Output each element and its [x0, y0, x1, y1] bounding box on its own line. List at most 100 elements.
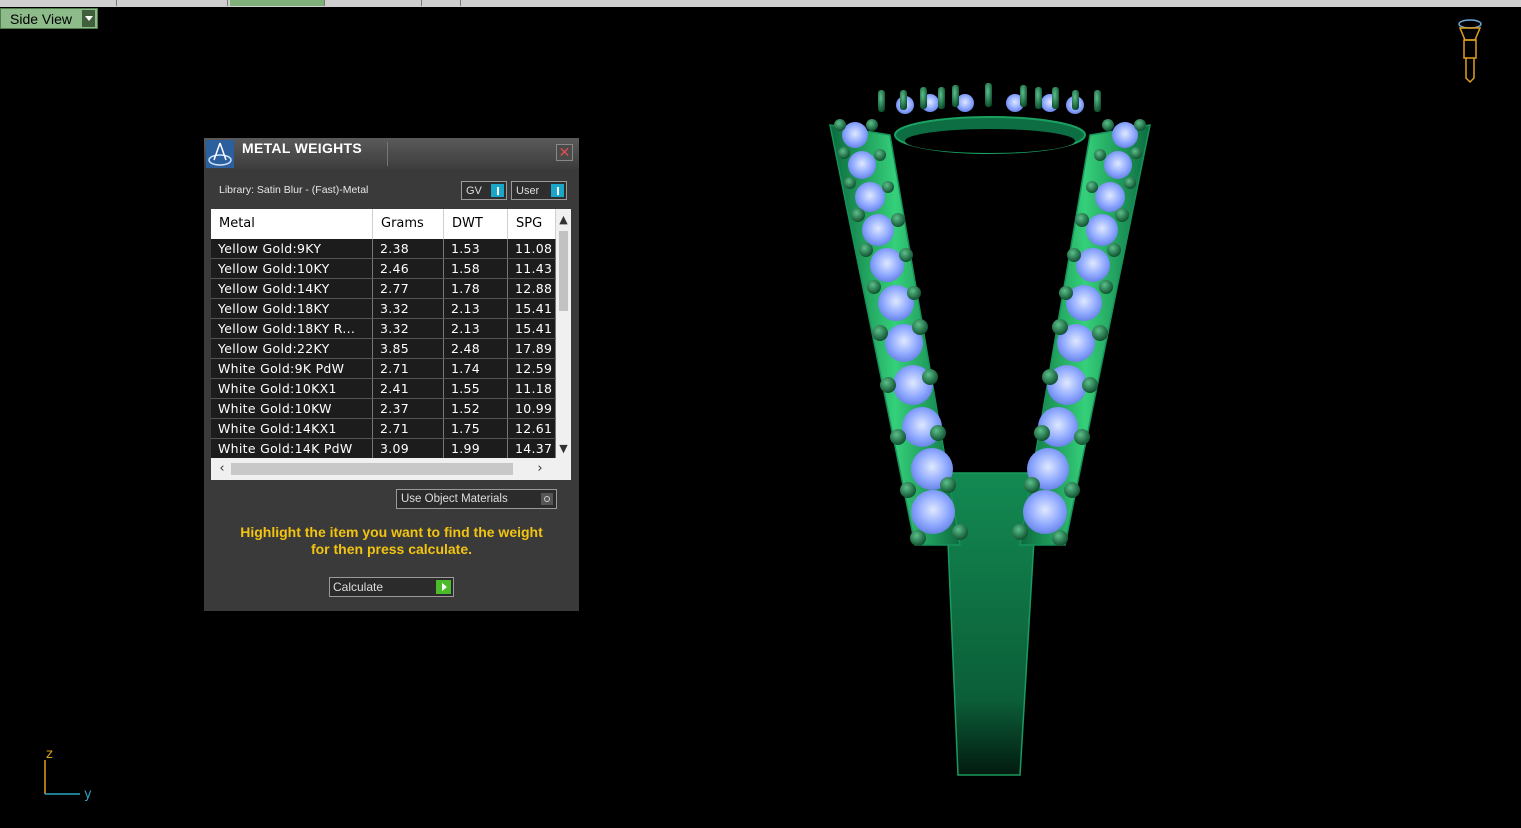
cell-spg: 11.08 [508, 239, 556, 258]
column-header-spg[interactable]: SPG [508, 209, 556, 239]
tab-4[interactable] [325, 0, 422, 6]
scroll-right-icon[interactable]: › [531, 458, 549, 480]
instruction-text: Highlight the item you want to find the … [204, 524, 579, 558]
cell-grams: 2.46 [373, 259, 444, 278]
metal-table: Metal Grams DWT SPG Yellow Gold:9KY 2.38 1… [211, 209, 571, 480]
vertical-scrollbar[interactable]: ▲ ▼ [556, 209, 571, 458]
table-row[interactable]: Yellow Gold:9KY 2.38 1.53 11.08 [211, 239, 556, 259]
instruction-line-2: for then press calculate. [310, 541, 473, 557]
scroll-left-icon[interactable]: ‹ [213, 458, 231, 480]
panel-title: METAL WEIGHTS [242, 140, 363, 156]
tab-5[interactable] [422, 0, 461, 6]
table-row[interactable]: White Gold:14KX1 2.71 1.75 12.61 [211, 419, 556, 439]
cell-metal: Yellow Gold:22KY [211, 339, 373, 358]
table-row[interactable]: Yellow Gold:10KY 2.46 1.58 11.43 [211, 259, 556, 279]
title-separator [387, 142, 388, 166]
radio-icon[interactable] [541, 493, 553, 505]
table-row[interactable]: Yellow Gold:18KY 3.32 2.13 15.41 [211, 299, 556, 319]
use-object-materials-label: Use Object Materials [401, 493, 508, 505]
cell-dwt: 1.55 [444, 379, 508, 398]
cell-metal: White Gold:14K PdW [211, 439, 373, 458]
cell-metal: Yellow Gold:14KY [211, 279, 373, 298]
vertical-scroll-thumb[interactable] [559, 231, 568, 311]
cell-grams: 3.32 [373, 319, 444, 338]
cell-spg: 12.59 [508, 359, 556, 378]
cell-dwt: 2.13 [444, 319, 508, 338]
cell-spg: 11.18 [508, 379, 556, 398]
ring-model [829, 83, 1151, 776]
tab-strip [0, 0, 1521, 7]
cell-metal: Yellow Gold:18KY R... [211, 319, 373, 338]
panel-titlebar[interactable]: METAL WEIGHTS ✕ [204, 138, 579, 169]
cell-spg: 12.88 [508, 279, 556, 298]
tab-2[interactable] [117, 0, 228, 6]
cell-spg: 15.41 [508, 299, 556, 318]
cell-dwt: 2.48 [444, 339, 508, 358]
use-object-materials-option[interactable]: Use Object Materials [396, 489, 557, 509]
play-icon[interactable] [436, 580, 451, 594]
table-row[interactable]: Yellow Gold:18KY R... 3.32 2.13 15.41 [211, 319, 556, 339]
user-toggle[interactable]: User [511, 181, 567, 200]
axis-y-label: y [84, 787, 92, 802]
cell-dwt: 1.78 [444, 279, 508, 298]
cell-metal: White Gold:9K PdW [211, 359, 373, 378]
panel-logo-icon [206, 140, 234, 168]
table-row[interactable]: White Gold:10KW 2.37 1.52 10.99 [211, 399, 556, 419]
table-row[interactable]: Yellow Gold:14KY 2.77 1.78 12.88 [211, 279, 556, 299]
cell-grams: 2.71 [373, 359, 444, 378]
user-toggle-icon [551, 184, 564, 197]
cell-grams: 2.37 [373, 399, 444, 418]
viewport-selector[interactable]: Side View [0, 8, 98, 29]
axis-indicator: z y [44, 747, 92, 802]
cell-spg: 12.61 [508, 419, 556, 438]
cell-metal: Yellow Gold:9KY [211, 239, 373, 258]
gv-toggle-icon [491, 184, 504, 197]
axis-z-label: z [46, 747, 53, 762]
cell-metal: White Gold:14KX1 [211, 419, 373, 438]
cell-metal: White Gold:10KX1 [211, 379, 373, 398]
table-row[interactable]: White Gold:10KX1 2.41 1.55 11.18 [211, 379, 556, 399]
table-row[interactable]: Yellow Gold:22KY 3.85 2.48 17.89 [211, 339, 556, 359]
instruction-line-1: Highlight the item you want to find the … [240, 524, 543, 540]
cell-spg: 17.89 [508, 339, 556, 358]
metal-weights-panel: METAL WEIGHTS ✕ Library: Satin Blur - (F… [204, 138, 579, 611]
cell-grams: 2.77 [373, 279, 444, 298]
gv-toggle[interactable]: GV [461, 181, 507, 200]
close-icon[interactable]: ✕ [556, 144, 573, 161]
horizontal-scrollbar[interactable]: ‹ › [211, 458, 571, 480]
column-header-grams[interactable]: Grams [373, 209, 444, 239]
cell-dwt: 1.52 [444, 399, 508, 418]
table-header: Metal Grams DWT SPG [211, 209, 556, 239]
cell-metal: Yellow Gold:10KY [211, 259, 373, 278]
horizontal-scroll-thumb[interactable] [231, 463, 513, 475]
viewport-label: Side View [10, 10, 73, 27]
column-header-dwt[interactable]: DWT [444, 209, 508, 239]
camera-gizmo-icon[interactable] [1455, 18, 1485, 86]
cell-grams: 3.09 [373, 439, 444, 458]
cell-spg: 14.37 [508, 439, 556, 458]
table-row[interactable]: White Gold:9K PdW 2.71 1.74 12.59 [211, 359, 556, 379]
calculate-button[interactable]: Calculate [329, 577, 454, 597]
scroll-down-icon[interactable]: ▼ [556, 440, 571, 458]
cell-grams: 2.38 [373, 239, 444, 258]
library-label: Library: Satin Blur - (Fast)-Metal [219, 184, 369, 196]
cell-dwt: 2.13 [444, 299, 508, 318]
column-header-metal[interactable]: Metal [211, 209, 373, 239]
cell-dwt: 1.58 [444, 259, 508, 278]
cell-dwt: 1.74 [444, 359, 508, 378]
cell-grams: 2.71 [373, 419, 444, 438]
table-body: Yellow Gold:9KY 2.38 1.53 11.08 Yellow Gold:… [211, 239, 556, 458]
cell-spg: 15.41 [508, 319, 556, 338]
calculate-label: Calculate [333, 580, 384, 594]
cell-dwt: 1.75 [444, 419, 508, 438]
cell-grams: 3.32 [373, 299, 444, 318]
tab-3[interactable] [230, 0, 325, 6]
dropdown-icon[interactable] [82, 10, 95, 27]
cell-dwt: 1.53 [444, 239, 508, 258]
gv-toggle-label: GV [466, 184, 482, 197]
scroll-up-icon[interactable]: ▲ [556, 211, 571, 229]
tab-1[interactable] [0, 0, 117, 6]
user-toggle-label: User [516, 184, 540, 197]
cell-metal: Yellow Gold:18KY [211, 299, 373, 318]
table-row[interactable]: White Gold:14K PdW 3.09 1.99 14.37 [211, 439, 556, 458]
